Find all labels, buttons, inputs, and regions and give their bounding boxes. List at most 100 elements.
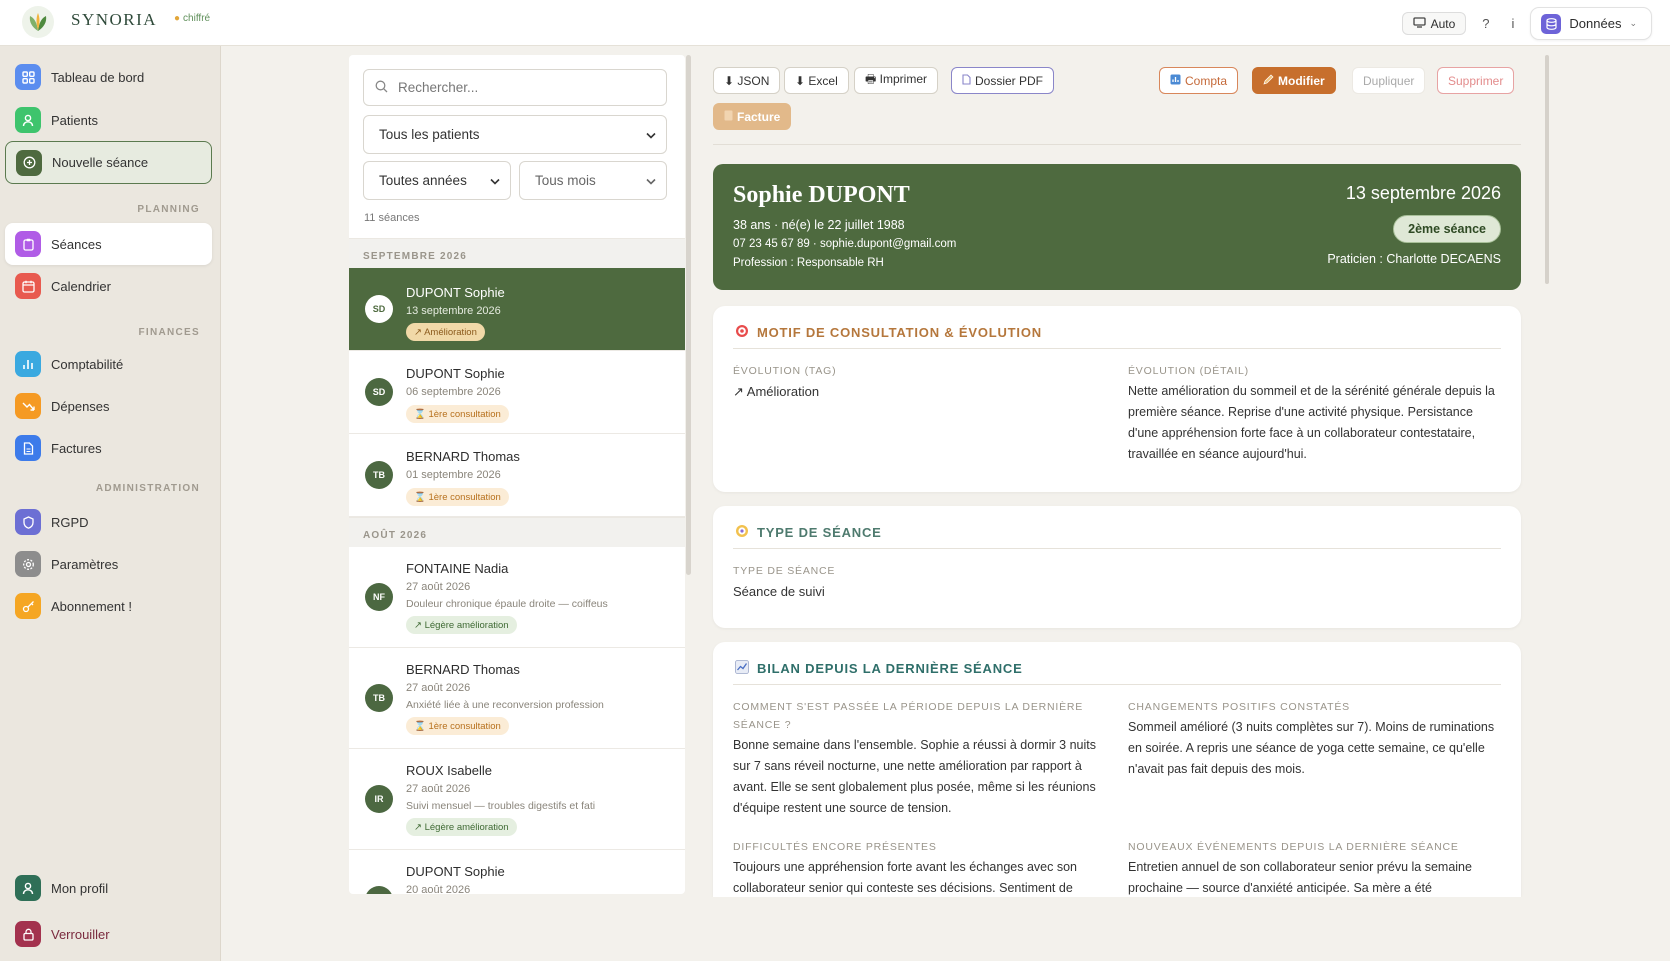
motif-card: MOTIF DE CONSULTATION & ÉVOLUTION ÉVOLUT… [713,306,1521,492]
print-button[interactable]: 🖶 Imprimer [854,67,938,94]
trend-chart-icon [735,660,749,677]
sidebar-item-rgpd[interactable]: RGPD [5,503,212,541]
modify-button[interactable]: Modifier [1252,67,1336,94]
sidebar-item-accounting[interactable]: Comptabilité [5,345,212,383]
pencil-icon [1263,74,1274,88]
compta-button[interactable]: Compta [1159,67,1239,94]
chevron-down-icon [490,173,500,188]
session-list-item[interactable]: IR ROUX Isabelle 27 août 2026 Suivi mens… [349,749,685,850]
sidebar-item-calendar[interactable]: Calendrier [5,267,212,305]
modify-label: Modifier [1278,73,1325,88]
avatar: SD [365,378,393,406]
sidebar-item-profile[interactable]: Mon profil [5,869,212,907]
theme-auto-button[interactable]: Auto [1401,12,1467,35]
month-group-header: AOÛT 2026 [349,517,685,547]
patient-name: FONTAINE Nadia [406,561,509,576]
list-scrollbar[interactable] [686,55,691,575]
detail-scrollbar[interactable] [1545,55,1549,284]
motif-title: MOTIF DE CONSULTATION & ÉVOLUTION [757,325,1042,340]
patient-filter-select[interactable]: Tous les patients [363,115,667,154]
export-json-button[interactable]: ⬇ JSON [713,67,781,94]
year-filter-select[interactable]: Toutes années [363,161,511,200]
profile-icon [15,875,41,901]
pdf-folder-button[interactable]: Dossier PDF [951,67,1055,94]
bottom-gutter [700,897,1560,961]
session-list-item[interactable]: SD DUPONT Sophie 13 septembre 2026 ↗ Amé… [349,268,685,351]
lock-small-icon: ● [174,13,181,24]
session-list-pane: Rechercher... Tous les patients Toutes a… [349,55,685,894]
lock-icon [15,921,41,947]
delete-button[interactable]: Supprimer [1437,67,1515,94]
evolution-detail-value: Nette amélioration du sommeil et de la s… [1128,384,1495,461]
bilan-title: BILAN DEPUIS LA DERNIÈRE SÉANCE [757,661,1023,676]
sidebar-item-sessions[interactable]: Séances [5,223,212,265]
session-list-item[interactable]: TB BERNARD Thomas 01 septembre 2026 ⌛ 1è… [349,434,685,517]
session-header-card: Sophie DUPONT 38 ans · né(e) le 22 juill… [713,164,1521,290]
chevron-down-icon [646,127,656,142]
patient-name: BERNARD Thomas [406,449,520,464]
avatar: NF [365,583,393,611]
theme-label: Auto [1430,16,1456,31]
month-filter-select[interactable]: Tous mois [519,161,667,200]
data-menu-button[interactable]: Données ⌄ [1530,7,1652,40]
session-list-item[interactable]: SD DUPONT Sophie 06 septembre 2026 ⌛ 1èr… [349,351,685,434]
session-type-value: Séance de suivi [733,584,825,599]
session-date: 13 septembre 2026 [406,305,501,317]
session-description: Suivi mensuel — troubles digestifs et fa… [406,800,596,812]
clipboard-icon [15,231,41,257]
type-title: TYPE DE SÉANCE [757,525,882,540]
target-icon [735,324,749,341]
duplicate-button[interactable]: Dupliquer [1352,67,1426,94]
sidebar-item-label: Tableau de bord [51,69,145,85]
trend-down-icon [15,393,41,419]
sidebar-item-label: Factures [51,440,102,456]
section-finances: FINANCES [138,327,200,338]
top-bar: SYNORIA ● chiffré Auto ? i Données ⌄ [0,0,1670,46]
brand-name: SYNORIA [71,10,158,29]
sidebar-item-settings[interactable]: Paramètres [5,545,212,583]
positive-changes-label: CHANGEMENTS POSITIFS CONSTATÉS [1128,701,1350,713]
sidebar-item-label: Patients [51,112,98,128]
session-number-badge: 2ème séance [1393,215,1501,243]
info-button[interactable]: i [1506,16,1521,31]
card-divider [733,684,1501,685]
patient-name: DUPONT Sophie [406,864,505,879]
gear-icon [15,551,41,577]
patient-filter-value: Tous les patients [379,127,480,142]
sidebar-item-dashboard[interactable]: Tableau de bord [5,58,212,96]
sidebar: Tableau de bord Patients Nouvelle séance… [0,46,221,961]
session-date: 01 septembre 2026 [406,469,501,481]
session-date: 27 août 2026 [406,783,471,795]
sidebar-item-invoices[interactable]: Factures [5,429,212,467]
session-list-item[interactable]: TB BERNARD Thomas 27 août 2026 Anxiété l… [349,648,685,749]
session-list-item[interactable]: SD DUPONT Sophie 20 août 2026 [349,850,685,894]
help-button[interactable]: ? [1476,16,1495,31]
search-input[interactable]: Rechercher... [363,69,667,106]
card-title: MOTIF DE CONSULTATION & ÉVOLUTION [735,324,1042,341]
chevron-down-icon [646,173,656,188]
status-badge: ⌛ 1ère consultation [406,405,509,423]
monitor-icon [1412,16,1426,31]
card-title: TYPE DE SÉANCE [735,524,882,541]
sidebar-item-expenses[interactable]: Dépenses [5,387,212,425]
export-excel-button[interactable]: ⬇ Excel [784,67,849,94]
session-date-display: 13 septembre 2026 [1345,183,1501,203]
avatar: IR [365,785,393,813]
sidebar-item-patients[interactable]: Patients [5,101,212,139]
session-description: Anxiété liée à une reconversion professi… [406,699,604,711]
document-icon [15,435,41,461]
sidebar-item-lock[interactable]: Verrouiller [5,915,212,953]
status-badge: ⌛ 1ère consultation [406,488,509,506]
session-list-item[interactable]: NF FONTAINE Nadia 27 août 2026 Douleur c… [349,547,685,648]
difficulties-value: Toujours une appréhension forte avant le… [733,860,1077,895]
new-events-label: NOUVEAUX ÉVÉNEMENTS DEPUIS LA DERNIÈRE S… [1128,841,1459,853]
sidebar-item-label: Calendrier [51,278,111,294]
patient-contact: 07 23 45 67 89 · sophie.dupont@gmail.com [733,238,957,250]
avatar: TB [365,461,393,489]
difficulties-label: DIFFICULTÉS ENCORE PRÉSENTES [733,841,937,853]
toolbar-divider [713,144,1521,145]
invoice-button[interactable]: Facture [713,103,792,130]
sidebar-item-new-session[interactable]: Nouvelle séance [5,141,212,184]
invoice-label: Facture [737,109,781,124]
sidebar-item-subscription[interactable]: Abonnement ! [5,587,212,625]
